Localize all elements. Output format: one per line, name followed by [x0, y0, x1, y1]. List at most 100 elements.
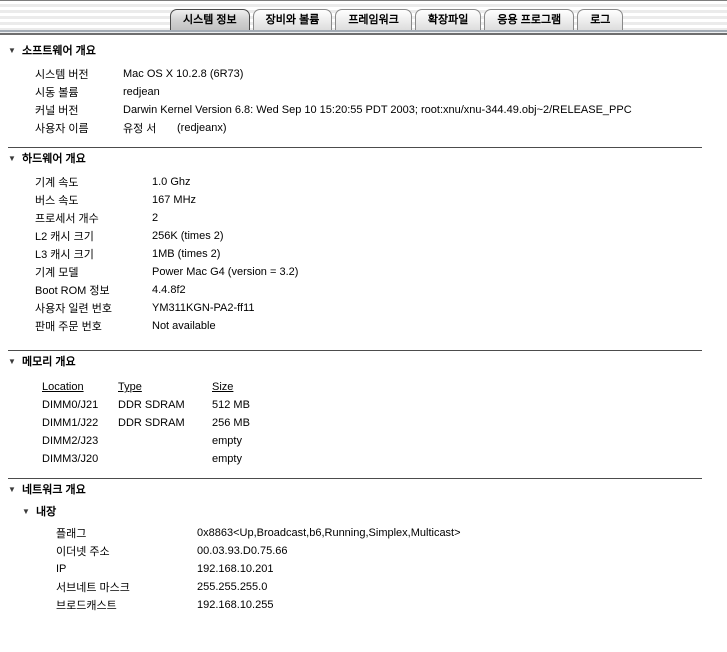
tab-bar: 시스템 정보 장비와 볼륨 프레임워크 확장파일 응용 프로그램 로그 — [170, 9, 623, 30]
info-row: 커널 버전 Darwin Kernel Version 6.8: Wed Sep… — [35, 101, 719, 119]
info-row: 사용자 이름 유정 서 (redjeanx) — [35, 119, 719, 137]
section-title: 메모리 개요 — [22, 353, 76, 369]
info-row: 플래그 0x8863<Up,Broadcast,b6,Running,Simpl… — [56, 524, 719, 542]
row-label: 사용자 일련 번호 — [35, 300, 152, 316]
hardware-section-header: ▼ 하드웨어 개요 — [8, 149, 719, 167]
tab-extensions[interactable]: 확장파일 — [415, 9, 481, 30]
cell-location: DIMM0/J21 — [42, 399, 118, 411]
row-value: 00.03.93.D0.75.66 — [197, 545, 288, 557]
info-row: 판매 주문 번호 Not available — [35, 317, 719, 335]
software-rows: 시스템 버전 Mac OS X 10.2.8 (6R73) 시동 볼륨 redj… — [35, 65, 719, 137]
info-row: IP 192.168.10.201 — [56, 560, 719, 578]
system-info-panel: ▼ 소프트웨어 개요 시스템 버전 Mac OS X 10.2.8 (6R73)… — [0, 35, 727, 614]
builtin-subsection-header: ▼ 내장 — [22, 502, 719, 520]
network-section-header: ▼ 네트워크 개요 — [8, 480, 719, 498]
table-row: DIMM2/J23 empty — [42, 432, 719, 450]
section-title: 소프트웨어 개요 — [22, 42, 96, 58]
section-title: 하드웨어 개요 — [22, 150, 86, 166]
row-value: 256K (times 2) — [152, 230, 224, 242]
info-row: 프로세서 개수 2 — [35, 209, 719, 227]
row-label: 버스 속도 — [35, 192, 152, 208]
header-divider-line — [0, 33, 727, 35]
section-title: 네트워크 개요 — [22, 481, 86, 497]
info-row: 버스 속도 167 MHz — [35, 191, 719, 209]
info-row: 브로드캐스트 192.168.10.255 — [56, 596, 719, 614]
row-value: redjean — [123, 86, 160, 98]
row-value: 255.255.255.0 — [197, 581, 267, 593]
info-row: 시동 볼륨 redjean — [35, 83, 719, 101]
software-section-header: ▼ 소프트웨어 개요 — [8, 41, 719, 59]
row-label: 프로세서 개수 — [35, 210, 152, 226]
row-value-secondary: (redjeanx) — [177, 122, 227, 134]
info-row: 사용자 일련 번호 YM311KGN-PA2-ff11 — [35, 299, 719, 317]
row-label: 이더넷 주소 — [56, 543, 197, 559]
tab-label: 확장파일 — [428, 14, 468, 26]
memory-section-header: ▼ 메모리 개요 — [8, 352, 719, 370]
tab-label: 로그 — [590, 14, 610, 26]
row-value: Mac OS X 10.2.8 (6R73) — [123, 68, 243, 80]
row-label: 서브네트 마스크 — [56, 579, 197, 595]
info-row: 기계 속도 1.0 Ghz — [35, 173, 719, 191]
row-label: 기계 속도 — [35, 174, 152, 190]
tab-frameworks[interactable]: 프레임워크 — [335, 9, 412, 30]
cell-size: 512 MB — [212, 399, 250, 411]
cell-size: empty — [212, 435, 242, 447]
row-value: YM311KGN-PA2-ff11 — [152, 302, 255, 314]
row-label: 사용자 이름 — [35, 120, 123, 136]
row-label: L2 캐시 크기 — [35, 228, 152, 244]
row-label: IP — [56, 563, 197, 575]
section-divider — [8, 478, 702, 479]
row-label: 커널 버전 — [35, 102, 123, 118]
window-header: 시스템 정보 장비와 볼륨 프레임워크 확장파일 응용 프로그램 로그 — [0, 0, 727, 35]
info-row: L2 캐시 크기 256K (times 2) — [35, 227, 719, 245]
info-row: Boot ROM 정보 4.4.8f2 — [35, 281, 719, 299]
disclosure-triangle-icon[interactable]: ▼ — [8, 357, 22, 366]
tab-label: 응용 프로그램 — [497, 14, 561, 26]
cell-location: DIMM3/J20 — [42, 453, 118, 465]
row-value: Not available — [152, 320, 216, 332]
row-value: 1.0 Ghz — [152, 176, 191, 188]
info-row: 이더넷 주소 00.03.93.D0.75.66 — [56, 542, 719, 560]
table-row: DIMM3/J20 empty — [42, 450, 719, 468]
disclosure-triangle-icon[interactable]: ▼ — [22, 507, 36, 516]
tab-label: 시스템 정보 — [183, 14, 237, 26]
row-label: 브로드캐스트 — [56, 597, 197, 613]
row-value: 4.4.8f2 — [152, 284, 186, 296]
info-row: L3 캐시 크기 1MB (times 2) — [35, 245, 719, 263]
cell-type: DDR SDRAM — [118, 399, 212, 411]
section-divider — [8, 147, 702, 148]
disclosure-triangle-icon[interactable]: ▼ — [8, 154, 22, 163]
tab-logs[interactable]: 로그 — [577, 9, 623, 30]
cell-size: empty — [212, 453, 242, 465]
cell-type: DDR SDRAM — [118, 417, 212, 429]
section-divider — [8, 350, 702, 351]
row-value: 192.168.10.201 — [197, 563, 273, 575]
column-header: Location — [42, 381, 118, 393]
tab-label: 프레임워크 — [348, 14, 399, 26]
cell-location: DIMM2/J23 — [42, 435, 118, 447]
cell-size: 256 MB — [212, 417, 250, 429]
row-label: L3 캐시 크기 — [35, 246, 152, 262]
row-label: 기계 모델 — [35, 264, 152, 280]
row-value: 192.168.10.255 — [197, 599, 273, 611]
row-value: 167 MHz — [152, 194, 196, 206]
table-row: DIMM0/J21 DDR SDRAM 512 MB — [42, 396, 719, 414]
tab-devices-volumes[interactable]: 장비와 볼륨 — [253, 9, 333, 30]
cell-location: DIMM1/J22 — [42, 417, 118, 429]
memory-table: Location Type Size DIMM0/J21 DDR SDRAM 5… — [42, 378, 719, 468]
disclosure-triangle-icon[interactable]: ▼ — [8, 485, 22, 494]
column-header: Size — [212, 381, 233, 393]
row-value: 0x8863<Up,Broadcast,b6,Running,Simplex,M… — [197, 527, 461, 539]
hardware-rows: 기계 속도 1.0 Ghz 버스 속도 167 MHz 프로세서 개수 2 L2… — [35, 173, 719, 335]
row-label: 시스템 버전 — [35, 66, 123, 82]
row-label: 시동 볼륨 — [35, 84, 123, 100]
row-value: 유정 서 — [123, 120, 177, 136]
table-row: DIMM1/J22 DDR SDRAM 256 MB — [42, 414, 719, 432]
tab-applications[interactable]: 응용 프로그램 — [484, 9, 574, 30]
disclosure-triangle-icon[interactable]: ▼ — [8, 46, 22, 55]
subsection-title: 내장 — [36, 503, 56, 519]
row-value: Darwin Kernel Version 6.8: Wed Sep 10 15… — [123, 104, 632, 116]
info-row: 서브네트 마스크 255.255.255.0 — [56, 578, 719, 596]
info-row: 기계 모델 Power Mac G4 (version = 3.2) — [35, 263, 719, 281]
tab-system-info[interactable]: 시스템 정보 — [170, 9, 250, 30]
